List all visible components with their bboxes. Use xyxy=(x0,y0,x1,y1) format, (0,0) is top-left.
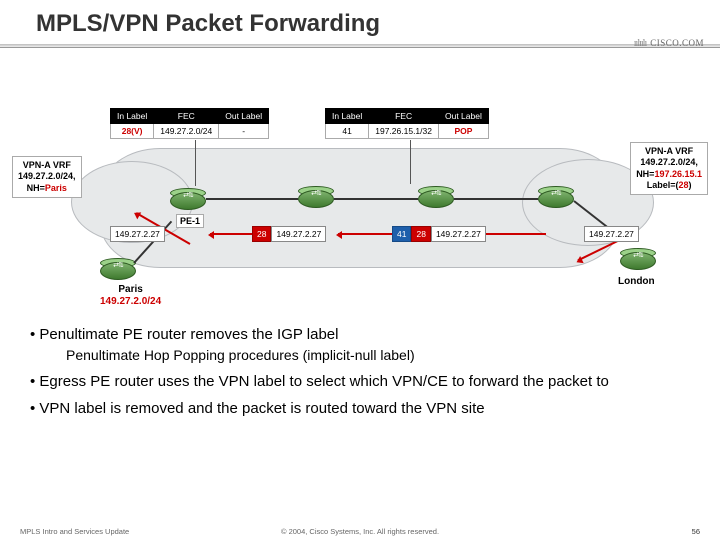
vrf-line1: VPN-A VRF xyxy=(636,146,702,157)
router-pe1: ⇄⇅ xyxy=(170,188,206,212)
site-name: Paris xyxy=(100,284,161,296)
router-ce-london: ⇄⇅ xyxy=(620,248,656,272)
bullet-1: Penultimate PE router removes the IGP la… xyxy=(30,326,690,343)
th-outlabel: Out Label xyxy=(438,109,488,124)
pointer-line xyxy=(410,140,411,184)
packet-label: 28 xyxy=(252,226,271,242)
link xyxy=(206,198,298,200)
vrf-box-right: VPN-A VRF 149.27.2.0/24, NH=197.26.15.1 … xyxy=(630,142,708,195)
vrf-line3: NH=Paris xyxy=(18,183,76,194)
footer: MPLS Intro and Services Update © 2004, C… xyxy=(0,527,720,536)
vrf-line2: 149.27.2.0/24, xyxy=(18,171,76,182)
site-name: London xyxy=(618,276,655,288)
packet-ip: 149.27.2.27 xyxy=(584,226,639,242)
router-ce-paris: ⇄⇅ xyxy=(100,258,136,282)
cell-fec: 197.26.15.1/32 xyxy=(369,124,439,139)
cell-outlabel: POP xyxy=(438,124,488,139)
cell-fec: 149.27.2.0/24 xyxy=(154,124,219,139)
site-paris: Paris 149.27.2.0/24 xyxy=(100,284,161,308)
cell-inlabel: 28(V) xyxy=(111,124,154,139)
bullet-2: Egress PE router uses the VPN label to s… xyxy=(30,373,690,390)
packet-3: 41 28 149.27.2.27 xyxy=(392,226,486,242)
packet-ip: 149.27.2.27 xyxy=(431,226,486,242)
router-pe2: ⇄⇅ xyxy=(538,186,574,210)
site-london: London xyxy=(618,276,655,288)
router-p: ⇄⇅ xyxy=(298,186,334,210)
packet-4: 149.27.2.27 xyxy=(584,226,639,242)
packet-2: 28 149.27.2.27 xyxy=(252,226,326,242)
vrf-line1: VPN-A VRF xyxy=(18,160,76,171)
cell-outlabel: - xyxy=(219,124,269,139)
site-subnet: 149.27.2.0/24 xyxy=(100,296,161,308)
cell-inlabel: 41 xyxy=(326,124,369,139)
bullet-list: Penultimate PE router removes the IGP la… xyxy=(0,308,720,417)
packet-ip: 149.27.2.27 xyxy=(271,226,326,242)
pe1-label: PE-1 xyxy=(176,214,204,228)
packet-label-igp: 41 xyxy=(392,226,411,242)
link xyxy=(334,198,418,200)
slide-title: MPLS/VPN Packet Forwarding xyxy=(0,0,720,44)
th-inlabel: In Label xyxy=(326,109,369,124)
link xyxy=(454,198,538,200)
vrf-line4: Label=(28) xyxy=(636,180,702,191)
label-table-right: In Label FEC Out Label 41 197.26.15.1/32… xyxy=(325,108,489,139)
th-inlabel: In Label xyxy=(111,109,154,124)
vrf-box-left: VPN-A VRF 149.27.2.0/24, NH=Paris xyxy=(12,156,82,198)
bullet-3: VPN label is removed and the packet is r… xyxy=(30,400,690,417)
th-outlabel: Out Label xyxy=(219,109,269,124)
th-fec: FEC xyxy=(369,109,439,124)
packet-ip: 149.27.2.27 xyxy=(110,226,165,242)
router-penultimate: ⇄⇅ xyxy=(418,186,454,210)
pointer-line xyxy=(195,140,196,186)
network-diagram: In Label FEC Out Label 28(V) 149.27.2.0/… xyxy=(0,48,720,308)
th-fec: FEC xyxy=(154,109,219,124)
packet-label-vpn: 28 xyxy=(411,226,430,242)
vrf-line3: NH=197.26.15.1 xyxy=(636,169,702,180)
packet-1: 149.27.2.27 xyxy=(110,226,165,242)
footer-copyright: © 2004, Cisco Systems, Inc. All rights r… xyxy=(0,527,720,536)
vrf-line2: 149.27.2.0/24, xyxy=(636,157,702,168)
bullet-1a: Penultimate Hop Popping procedures (impl… xyxy=(66,347,690,363)
label-table-left: In Label FEC Out Label 28(V) 149.27.2.0/… xyxy=(110,108,269,139)
